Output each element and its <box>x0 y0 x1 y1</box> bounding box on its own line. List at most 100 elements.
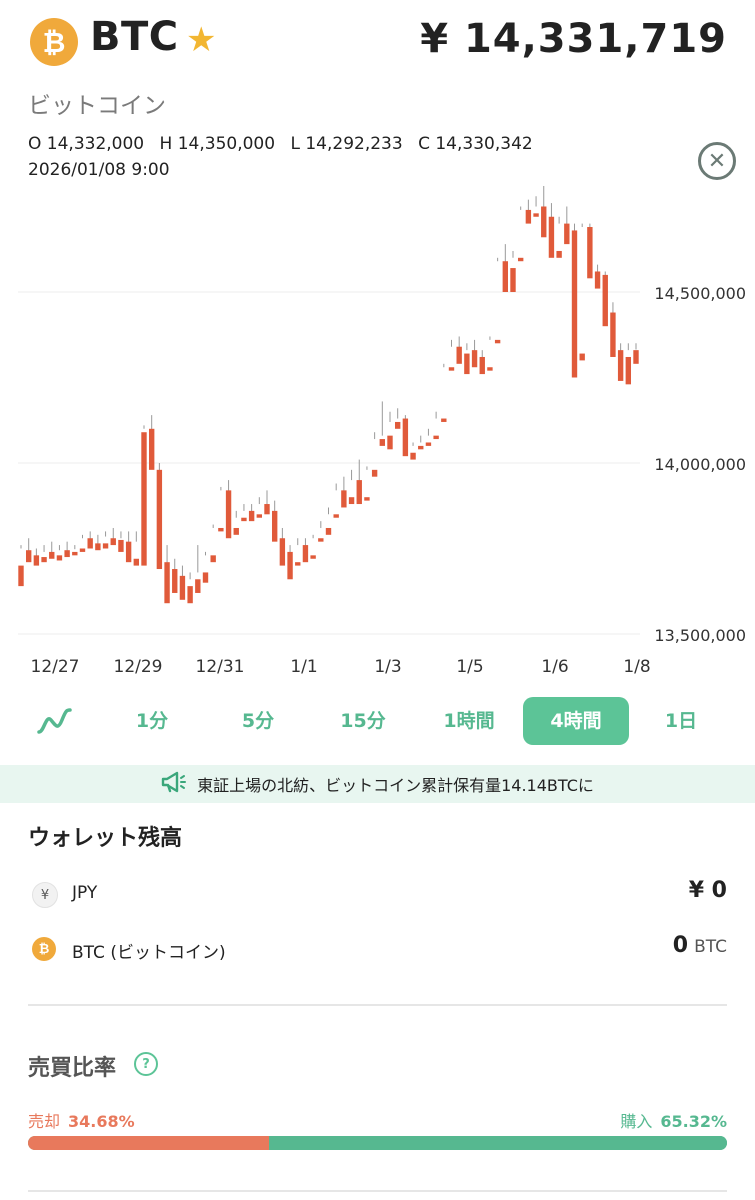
candle-body <box>95 543 101 551</box>
x-tick-label: 1/5 <box>456 657 483 677</box>
candle-body <box>471 350 478 368</box>
candle <box>602 271 608 327</box>
candle <box>110 527 116 546</box>
candle-body <box>418 445 424 450</box>
candle <box>479 350 485 375</box>
tab-1hour[interactable]: 1時間 <box>424 697 514 745</box>
candle-body <box>333 514 339 518</box>
x-tick-label: 1/1 <box>290 657 317 677</box>
wallet-value-jpy: ¥ 0 <box>689 878 727 903</box>
candle <box>379 401 386 446</box>
candle-body <box>56 555 63 561</box>
candle <box>541 185 547 238</box>
candle <box>271 500 278 542</box>
candle <box>87 531 93 549</box>
candle <box>102 531 109 549</box>
candle <box>202 551 209 583</box>
candle <box>195 545 201 593</box>
candle-body <box>425 442 432 446</box>
candle <box>218 486 224 532</box>
candle-body <box>564 223 570 245</box>
ohlc-close: C 14,330,342 <box>418 134 533 154</box>
candle-body <box>364 497 370 501</box>
candle <box>433 411 439 440</box>
candle-body <box>610 312 616 357</box>
ratio-bar-buy <box>270 1136 727 1150</box>
favorite-star-icon[interactable]: ★ <box>186 20 216 60</box>
tab-15min[interactable]: 15分 <box>322 697 404 745</box>
candle <box>33 548 40 566</box>
candle <box>510 250 516 292</box>
candle-body <box>248 510 255 522</box>
sell-ratio-label: 売却 34.68% <box>28 1108 135 1132</box>
candle <box>341 476 347 508</box>
coin-name: ビットコイン <box>28 93 166 119</box>
help-icon[interactable]: ? <box>134 1052 158 1076</box>
candle-body <box>133 558 140 566</box>
tab-1day[interactable]: 1日 <box>645 697 717 745</box>
candle <box>264 490 270 515</box>
tab-line-chart[interactable] <box>22 697 86 745</box>
buy-label-text: 購入 <box>620 1112 653 1131</box>
candle-body <box>264 504 270 515</box>
candle <box>533 196 539 217</box>
wallet-title: ウォレット残高 <box>28 826 183 851</box>
wallet-row-btc[interactable]: ₿ BTC (ビットコイン) 0 BTC <box>28 929 727 969</box>
news-banner[interactable]: 東証上場の北紡、ビットコイン累計保有量14.14BTCに <box>0 765 755 803</box>
candle-body <box>548 216 555 258</box>
candle <box>502 244 509 292</box>
candle-body <box>18 565 24 587</box>
divider-bottom <box>28 1190 727 1192</box>
ratio-bar-sell <box>28 1136 270 1150</box>
candle <box>525 199 532 224</box>
candle-body <box>302 545 309 563</box>
candle <box>233 510 239 535</box>
candle <box>394 408 401 429</box>
candle <box>356 459 362 505</box>
x-tick-label: 12/29 <box>114 657 163 677</box>
candle-body <box>118 539 124 552</box>
candle-body <box>318 538 324 542</box>
candle <box>633 343 639 364</box>
candle-body <box>310 555 316 559</box>
close-crosshair-button[interactable]: ✕ <box>698 142 736 180</box>
candle <box>371 432 378 477</box>
candle <box>318 521 324 542</box>
tab-4hour[interactable]: 4時間 <box>523 697 629 745</box>
candle-body <box>72 551 78 556</box>
candle <box>425 428 432 446</box>
candle-body <box>25 550 32 563</box>
ohlc-low: L 14,292,233 <box>290 134 403 154</box>
candle-body <box>233 527 239 535</box>
candle <box>225 480 232 539</box>
candle-body <box>533 213 539 217</box>
candle-body <box>502 261 509 292</box>
tab-5min[interactable]: 5分 <box>218 697 298 745</box>
candle-body <box>394 421 401 429</box>
candle-body <box>187 586 193 604</box>
candle <box>402 415 409 457</box>
candle <box>310 534 316 559</box>
candle <box>348 469 355 505</box>
wallet-value-btc: 0 BTC <box>673 933 727 958</box>
candle-body <box>33 555 40 566</box>
sell-label-text: 売却 <box>28 1112 61 1131</box>
candle-body <box>587 227 593 279</box>
wallet-amount-btc: 0 <box>672 933 689 958</box>
x-tick-label: 12/27 <box>31 657 80 677</box>
candle <box>49 541 55 559</box>
candle <box>210 524 216 563</box>
wallet-row-jpy[interactable]: ¥ JPY ¥ 0 <box>28 874 727 914</box>
candle <box>72 545 78 556</box>
ohlc-readout: O 14,332,000 H 14,350,000 L 14,292,233 C… <box>28 134 543 154</box>
candlestick-chart[interactable]: 14,500,000 14,000,000 13,500,000 12/27 12/2… <box>0 180 755 680</box>
candle-body <box>241 517 247 522</box>
tab-1min[interactable]: 1分 <box>112 697 192 745</box>
timeframe-selector: 1分 5分 15分 1時間 4時間 1日 <box>0 697 755 747</box>
candle <box>441 363 447 422</box>
candle-body <box>325 527 332 535</box>
candle <box>18 545 24 587</box>
candle <box>587 223 593 279</box>
candle-body <box>195 579 201 593</box>
candle <box>179 565 186 600</box>
